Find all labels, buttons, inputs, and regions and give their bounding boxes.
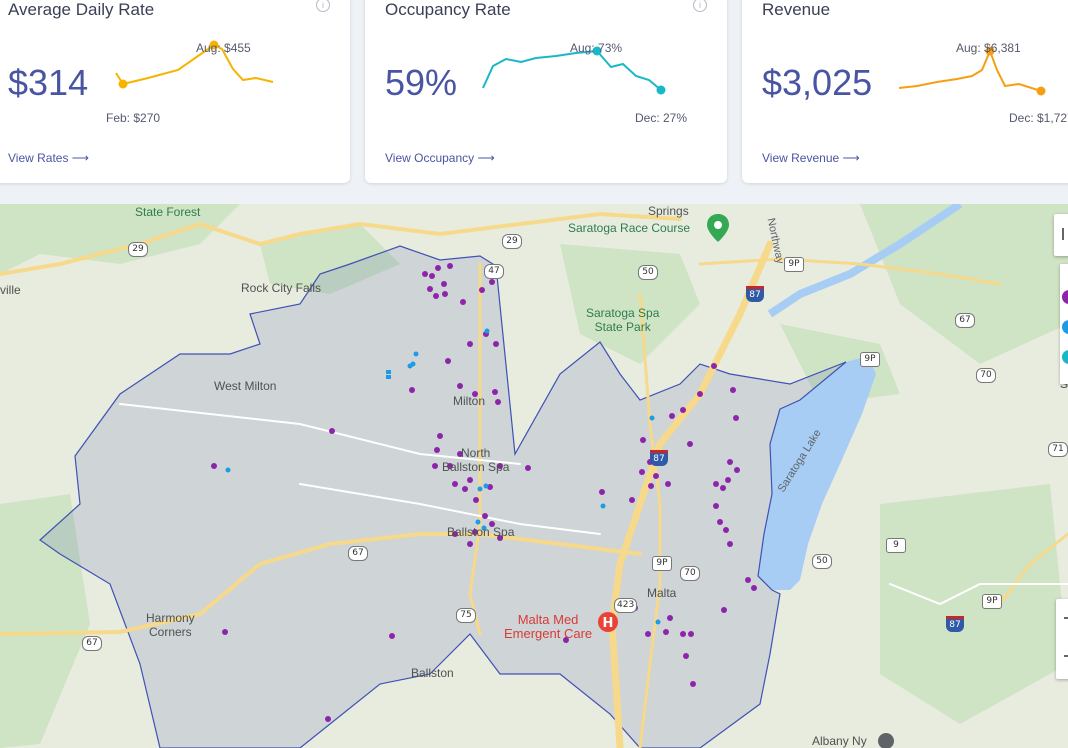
- zoom-controls: [1056, 599, 1068, 679]
- card-title: Revenue: [762, 0, 831, 19]
- route-shield: 47: [484, 264, 504, 279]
- listing-layer-toggle[interactable]: [1062, 290, 1068, 304]
- occupancy-low-label: Dec: 27%: [635, 111, 688, 125]
- route-shield: 87: [746, 286, 764, 302]
- map-canvas: H: [0, 204, 1068, 748]
- blue-layer-toggle[interactable]: [1062, 320, 1068, 334]
- route-shield: 29: [502, 234, 522, 249]
- map-label-rock-city-falls: Rock City Falls: [241, 281, 322, 295]
- map-label-north-ballston-spa: North Ballston Spa: [442, 446, 510, 474]
- map-label-albany: Albany Ny: [812, 734, 867, 748]
- route-shield: 29: [128, 242, 148, 257]
- albany-cross-icon: [878, 733, 894, 748]
- map-label-west-milton: West Milton: [214, 379, 277, 393]
- card-title: Occupancy Rate: [385, 0, 511, 19]
- fullscreen-button[interactable]: [1054, 214, 1068, 256]
- occupancy-card: Occupancy Rate i 59% Aug: 73% Dec: 27% V…: [365, 0, 727, 183]
- adr-card: Average Daily Rate i $314 Aug: $455 Feb:…: [0, 0, 350, 183]
- map-label-milton: Milton: [453, 394, 486, 408]
- route-shield: 75: [456, 608, 476, 623]
- occupancy-low-point: [656, 85, 666, 95]
- route-shield: 50: [812, 554, 832, 569]
- occupancy-value: 59%: [385, 62, 458, 103]
- adr-low-label: Feb: $270: [106, 111, 161, 125]
- map-label-ballston: Ballston: [411, 666, 454, 680]
- svg-text:H: H: [603, 616, 614, 631]
- hospital-pin: H: [598, 612, 618, 632]
- route-shield: 9P: [784, 257, 804, 272]
- map[interactable]: H State Forest Springs Saratoga Race Cou…: [0, 204, 1068, 748]
- map-label-state-forest: State Forest: [135, 205, 201, 219]
- teal-layer-toggle[interactable]: [1062, 350, 1068, 364]
- route-shield: 9P: [982, 594, 1002, 609]
- map-label-harmony-corners: Harmony Corners: [146, 611, 195, 639]
- view-rates-link[interactable]: View Rates ⟶: [8, 151, 89, 165]
- adr-low-point: [118, 79, 128, 89]
- race-course-pin: [707, 214, 729, 242]
- map-label-malta: Malta: [647, 586, 677, 600]
- map-label-race-course: Saratoga Race Course: [568, 221, 691, 235]
- revenue-low-point: [1036, 86, 1046, 96]
- route-shield: 9P: [652, 556, 672, 571]
- map-label-ballston-spa: Ballston Spa: [447, 525, 515, 539]
- view-revenue-link[interactable]: View Revenue ⟶: [762, 151, 860, 165]
- occupancy-line: [482, 49, 662, 91]
- route-shield: 423: [614, 598, 638, 613]
- map-label-ville: ville: [0, 283, 21, 297]
- route-shield: 87: [946, 616, 964, 632]
- route-shield: 9P: [860, 352, 880, 367]
- route-shield: 67: [955, 313, 975, 328]
- zoom-in-button[interactable]: [1064, 617, 1068, 619]
- map-label-spa-state-park: Saratoga Spa State Park: [586, 306, 660, 334]
- revenue-value: $3,025: [762, 62, 873, 103]
- info-icon[interactable]: i: [316, 0, 330, 12]
- fullscreen-icon: [1062, 228, 1068, 240]
- revenue-card: Revenue $3,025 Aug: $6,381 Dec: $1,727 V…: [742, 0, 1068, 183]
- zoom-out-button[interactable]: [1064, 655, 1068, 657]
- route-shield: 87: [650, 450, 668, 466]
- occupancy-peak-label: Aug: 73%: [570, 41, 623, 55]
- view-occupancy-link[interactable]: View Occupancy ⟶: [385, 151, 495, 165]
- route-shield: 50: [638, 265, 658, 280]
- info-icon[interactable]: i: [693, 0, 707, 12]
- layer-toggle-panel: [1060, 264, 1068, 384]
- revenue-peak-label: Aug: $6,381: [956, 41, 1021, 55]
- revenue-line: [898, 48, 1042, 92]
- route-shield: 9: [886, 538, 906, 553]
- adr-value: $314: [8, 62, 89, 103]
- card-title: Average Daily Rate: [8, 0, 155, 19]
- route-shield: 67: [348, 546, 368, 561]
- adr-peak-label: Aug: $455: [196, 41, 251, 55]
- route-shield: 70: [976, 368, 996, 383]
- map-label-springs: Springs: [648, 204, 689, 218]
- route-shield: 67: [82, 636, 102, 651]
- route-shield: 70: [680, 566, 700, 581]
- route-shield: 71: [1048, 442, 1068, 457]
- map-label-malta-med: Malta Med Emergent Care: [504, 612, 593, 641]
- revenue-low-label: Dec: $1,727: [1009, 111, 1068, 125]
